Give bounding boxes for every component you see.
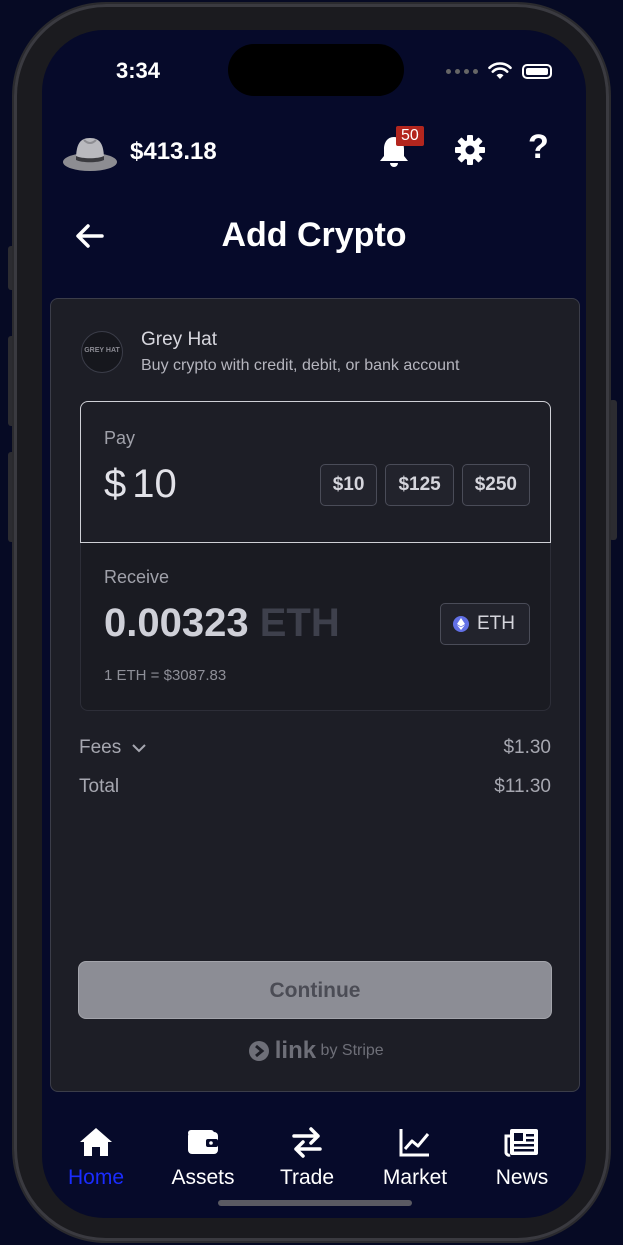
- merchant-logo: GREY HAT: [81, 331, 123, 373]
- grey-hat-logo-icon[interactable]: [62, 132, 118, 172]
- bottom-tab-bar: Home Assets Trade Market News: [42, 1126, 586, 1196]
- top-bar: $413.18 50 ?: [42, 126, 586, 186]
- tab-assets-label: Assets: [171, 1166, 235, 1189]
- receive-amount: 0.00323 ETH: [104, 601, 340, 646]
- signal-icon: [446, 68, 478, 74]
- dynamic-island: [228, 44, 404, 96]
- merchant-subtitle: Buy crypto with credit, debit, or bank a…: [141, 357, 460, 374]
- chart-icon: [399, 1129, 430, 1157]
- tab-news-label: News: [495, 1166, 549, 1189]
- status-time: 3:34: [116, 58, 161, 83]
- notification-badge: 50: [396, 126, 424, 146]
- tab-market-label: Market: [382, 1166, 448, 1189]
- preset-10-button[interactable]: $10: [319, 464, 378, 506]
- pay-section[interactable]: Pay $10 $10 $125 $250: [80, 401, 551, 543]
- by-stripe-text: by Stripe: [320, 1042, 384, 1059]
- tab-market[interactable]: Market: [365, 1126, 465, 1190]
- tab-home-label: Home: [67, 1166, 125, 1189]
- tab-trade-label: Trade: [279, 1166, 335, 1189]
- pay-amount-input[interactable]: $10: [104, 462, 177, 507]
- fees-row[interactable]: Fees $1.30: [79, 737, 551, 759]
- wifi-icon: [488, 62, 512, 79]
- power-button: [609, 400, 617, 540]
- newspaper-icon: [504, 1129, 538, 1157]
- preset-125-button[interactable]: $125: [385, 464, 454, 506]
- receive-section: Receive 0.00323 ETH ETH 1 ETH = $3087.83: [80, 541, 551, 711]
- preset-amounts: $10 $125 $250: [319, 464, 530, 506]
- total-value: $11.30: [494, 776, 551, 797]
- help-button[interactable]: ?: [528, 128, 549, 167]
- ethereum-icon: [453, 616, 469, 632]
- status-icons: [446, 62, 552, 80]
- total-row: Total $11.30: [79, 776, 551, 798]
- chevron-down-icon[interactable]: [131, 742, 147, 754]
- receive-label: Receive: [104, 567, 170, 587]
- receive-amount-value: 0.00323: [104, 601, 249, 645]
- asset-select-label: ETH: [477, 613, 515, 634]
- phone-screen: 3:34 $413.18 50 ? Add Crypto GREY HAT Gr…: [42, 30, 586, 1218]
- gear-icon[interactable]: [454, 134, 486, 166]
- tab-news[interactable]: News: [472, 1126, 572, 1190]
- tab-home[interactable]: Home: [46, 1126, 146, 1190]
- receive-unit: ETH: [259, 601, 340, 645]
- swap-icon: [292, 1127, 322, 1158]
- link-wordmark: link: [274, 1037, 317, 1064]
- asset-select-button[interactable]: ETH: [440, 603, 530, 645]
- wallet-balance: $413.18: [130, 138, 217, 165]
- pay-amount-value: 10: [132, 462, 177, 506]
- tab-trade[interactable]: Trade: [257, 1126, 357, 1190]
- page-title: Add Crypto: [221, 216, 407, 254]
- battery-icon: [522, 63, 552, 79]
- total-label: Total: [79, 776, 120, 797]
- home-indicator: [218, 1200, 412, 1206]
- continue-button[interactable]: Continue: [78, 961, 552, 1019]
- link-by-stripe[interactable]: link by Stripe: [51, 1037, 581, 1065]
- currency-symbol: $: [104, 462, 127, 506]
- fees-value: $1.30: [503, 737, 551, 758]
- wallet-icon: [188, 1130, 218, 1154]
- merchant-name: Grey Hat: [141, 329, 218, 350]
- fees-label: Fees: [79, 737, 122, 758]
- tab-assets[interactable]: Assets: [153, 1126, 253, 1190]
- exchange-rate: 1 ETH = $3087.83: [104, 667, 227, 684]
- buy-crypto-card: GREY HAT Grey Hat Buy crypto with credit…: [50, 298, 580, 1092]
- preset-250-button[interactable]: $250: [461, 464, 530, 506]
- pay-label: Pay: [104, 428, 136, 448]
- home-icon: [80, 1128, 112, 1156]
- link-logo-icon: [249, 1041, 270, 1061]
